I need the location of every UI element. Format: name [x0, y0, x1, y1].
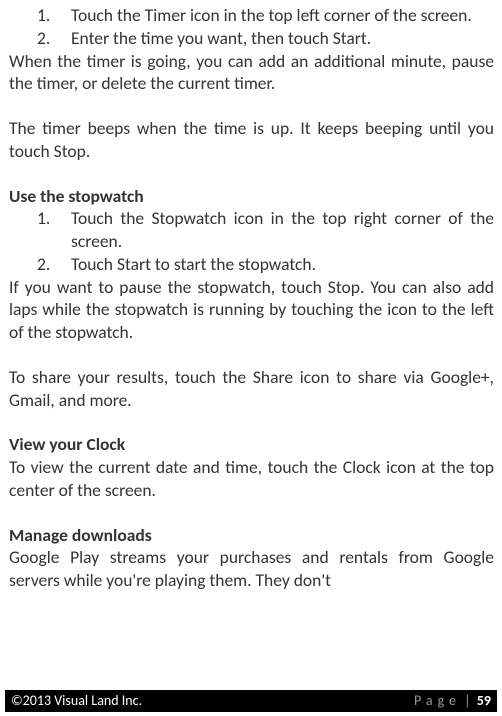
- list-item: Touch the Stopwatch icon in the top righ…: [9, 207, 494, 253]
- footer-page-number: 59: [477, 692, 491, 709]
- list-item: Touch the Timer icon in the top left cor…: [9, 4, 494, 27]
- body-paragraph: If you want to pause the stopwatch, touc…: [9, 276, 494, 344]
- section-heading-stopwatch: Use the stopwatch: [9, 185, 494, 208]
- stopwatch-steps-list: Touch the Stopwatch icon in the top righ…: [9, 207, 494, 275]
- body-paragraph: When the timer is going, you can add an …: [9, 50, 494, 96]
- page-footer: ©2013 Visual Land Inc. Page | 59: [5, 690, 497, 712]
- body-paragraph: To view the current date and time, touch…: [9, 456, 494, 502]
- list-item: Touch Start to start the stopwatch.: [9, 253, 494, 276]
- list-item: Enter the time you want, then touch Star…: [9, 27, 494, 50]
- spacer: [9, 95, 494, 117]
- timer-steps-list: Touch the Timer icon in the top left cor…: [9, 4, 494, 50]
- footer-page-label: Page: [414, 692, 461, 709]
- footer-page-indicator: Page | 59: [414, 692, 491, 710]
- body-paragraph: Google Play streams your purchases and r…: [9, 546, 494, 592]
- body-paragraph: To share your results, touch the Share i…: [9, 366, 494, 412]
- spacer: [9, 411, 494, 433]
- section-heading-clock: View your Clock: [9, 433, 494, 456]
- page-content: Touch the Timer icon in the top left cor…: [0, 0, 502, 592]
- spacer: [9, 344, 494, 366]
- spacer: [9, 163, 494, 185]
- spacer: [9, 502, 494, 524]
- section-heading-downloads: Manage downloads: [9, 524, 494, 547]
- footer-separator: |: [461, 692, 474, 709]
- body-paragraph: The timer beeps when the time is up. It …: [9, 117, 494, 163]
- footer-copyright: ©2013 Visual Land Inc.: [11, 692, 142, 710]
